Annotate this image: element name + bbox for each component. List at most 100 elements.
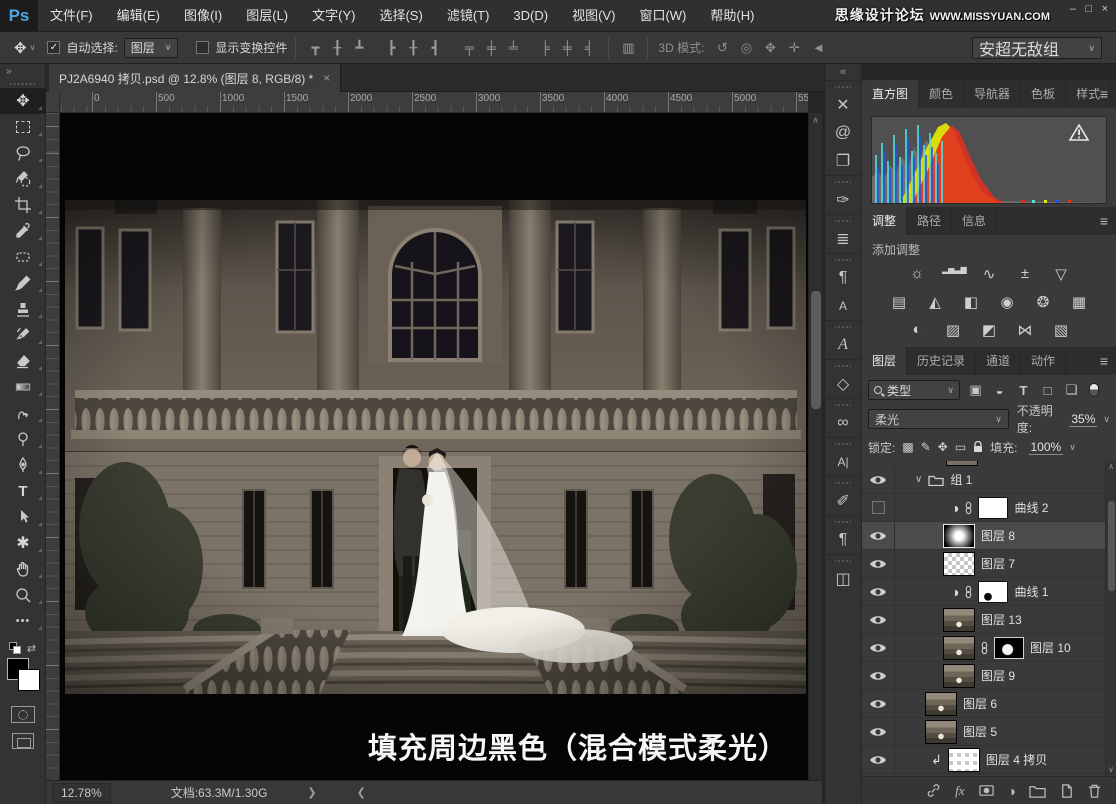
layer-mask-thumbnail[interactable] [994,637,1024,659]
dodge-tool[interactable] [0,426,46,452]
layer-name[interactable]: 图层 13 [981,611,1022,628]
layer-row-layer-7[interactable]: 图层 7 [862,550,1116,578]
visibility-toggle[interactable] [862,662,895,689]
layer-thumbnail[interactable] [943,608,975,632]
menu-filter[interactable]: 滤镜(T) [435,0,502,32]
layer-row-layer-5[interactable]: 图层 5 [862,718,1116,746]
lock-transparency-icon[interactable]: ▩ [902,440,913,454]
brush-presets-panel-icon[interactable]: ✑ [825,186,861,214]
clone-stamp-tool[interactable] [0,296,46,322]
gradient-map-icon[interactable]: ▧ [1050,321,1072,339]
menu-edit[interactable]: 编辑(E) [105,0,172,32]
group-expand-icon[interactable]: ∨ [915,474,922,485]
document-tab[interactable]: PJ2A6940 拷贝.psd @ 12.8% (图层 8, RGB/8) * … [49,64,341,92]
tab-actions[interactable]: 动作 [1021,347,1066,375]
visibility-toggle[interactable] [862,522,895,549]
collapse-dock-icon[interactable]: « [825,64,861,80]
layer-row-layer-10[interactable]: 图层 10 [862,634,1116,662]
brush-tool[interactable] [0,270,46,296]
tab-histogram[interactable]: 直方图 [862,80,919,108]
toolbox-expand-icon[interactable]: » [0,64,45,80]
layer-comps-panel-icon[interactable]: ❐ [825,147,861,175]
gradient-tool[interactable] [0,374,46,400]
tab-history[interactable]: 历史记录 [907,347,976,375]
black-white-icon[interactable]: ◧ [960,293,982,311]
layer-list-scrollbar[interactable]: ∧ ∨ [1105,461,1116,776]
more-tools-button[interactable]: ••• [0,608,46,634]
distribute-top-icon[interactable]: ╤ [458,40,480,55]
opacity-field[interactable]: 35% ∨ [1069,412,1110,427]
levels-icon[interactable]: ▂▅▃▆ [942,265,964,283]
hand-tool[interactable] [0,556,46,582]
vertical-ruler[interactable] [46,113,60,780]
layer-thumbnail[interactable] [943,664,975,688]
status-expand-icon[interactable]: ❯ [307,786,316,799]
visibility-toggle[interactable] [862,634,895,661]
layer-thumbnail[interactable] [943,524,975,548]
curves-icon[interactable]: ∿ [978,265,1000,283]
smudge-tool[interactable] [0,400,46,426]
lock-position-icon[interactable]: ✥ [938,440,948,454]
filter-adjustment-layers-icon[interactable]: ◒ [991,383,1008,398]
character-panel-icon[interactable]: A| [825,448,861,476]
custom-shape-tool[interactable]: ✱ [0,530,46,556]
patch-tool[interactable] [0,244,46,270]
layer-mask-thumbnail[interactable] [978,581,1008,603]
color-balance-icon[interactable]: ◭ [924,293,946,311]
menu-file[interactable]: 文件(F) [38,0,105,32]
layer-name[interactable]: 图层 7 [981,555,1015,572]
minimize-icon[interactable]: – [1070,3,1076,15]
panel-menu-icon[interactable]: ≡ [1100,86,1108,102]
glyphs-panel-icon[interactable]: A [825,331,861,359]
layer-name[interactable]: 图层 4 拷贝 [986,751,1047,768]
visibility-toggle[interactable] [862,466,895,493]
scroll-left-icon[interactable]: ❮ [357,786,366,799]
workspace-dropdown[interactable]: 安超无敌组 ∨ [972,37,1102,59]
align-top-icon[interactable]: ┳ [304,40,326,56]
distribute-bottom-icon[interactable]: ╧ [502,40,524,55]
quick-mask-button[interactable] [11,706,35,723]
3d-panel-icon[interactable]: ◇ [825,370,861,398]
tool-preset-chevron-icon[interactable]: ∨ [30,43,36,52]
layer-name[interactable]: 图层 6 [963,695,997,712]
histogram-display[interactable] [871,116,1107,204]
lasso-tool[interactable] [0,140,46,166]
maximize-icon[interactable]: □ [1085,3,1092,15]
auto-select-target-dropdown[interactable]: 图层 ∨ [124,38,179,58]
filter-toggle[interactable] [1089,383,1099,397]
paragraph-styles-panel-icon[interactable]: ¶ [825,264,861,292]
distribute-hcenter-icon[interactable]: ╪ [556,40,578,55]
new-group-icon[interactable] [1029,784,1046,798]
layer-row-layer-9[interactable]: 图层 9 [862,662,1116,690]
distribute-left-icon[interactable]: ╞ [534,40,556,55]
background-color[interactable] [18,669,40,691]
add-adjustment-layer-icon[interactable]: ◑ [1008,783,1016,799]
close-icon[interactable]: × [1102,3,1108,15]
fill-field[interactable]: 100% ∨ [1029,440,1076,455]
layer-name[interactable]: 图层 8 [981,527,1015,544]
3d-roll-icon[interactable]: ◎ [734,40,758,56]
clone-source-panel-icon[interactable]: ≣ [825,225,861,253]
align-hcenter-icon[interactable]: ╂ [402,40,424,56]
scrollbar-thumb[interactable] [811,291,821,409]
cc-libraries-panel-icon[interactable]: @ [825,119,861,147]
color-lookup-icon[interactable]: ▦ [1068,293,1090,311]
menu-type[interactable]: 文字(Y) [300,0,367,32]
invert-icon[interactable]: ◐ [906,321,928,339]
tool-presets-panel-icon[interactable]: ✕ [825,91,861,119]
3d-orbit-icon[interactable]: ↺ [710,40,734,56]
posterize-icon[interactable]: ▨ [942,321,964,339]
tab-navigator[interactable]: 导航器 [964,80,1021,108]
layer-thumbnail[interactable] [925,692,957,716]
new-layer-icon[interactable] [1059,783,1074,799]
align-vcenter-icon[interactable]: ╂ [326,40,348,56]
visibility-toggle[interactable] [862,494,895,521]
menu-layer[interactable]: 图层(L) [234,0,300,32]
tab-info[interactable]: 信息 [952,207,997,235]
add-mask-icon[interactable] [978,783,995,798]
layer-thumbnail[interactable] [943,552,975,576]
zoom-level-field[interactable]: 12.78% [52,783,111,803]
marquee-tool[interactable] [0,114,46,140]
scroll-down-icon[interactable]: ∨ [1106,764,1116,776]
link-layers-icon[interactable] [925,782,942,799]
